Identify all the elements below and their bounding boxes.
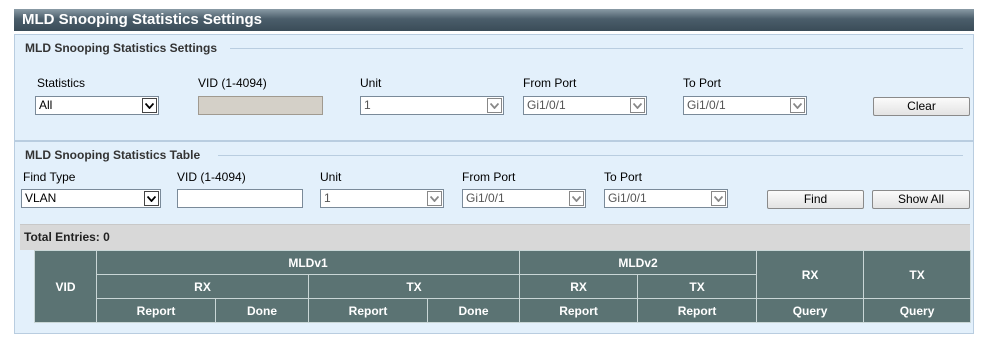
from-port-label: From Port <box>462 170 516 184</box>
from-port-select-value: Gi1/0/1 <box>527 98 566 112</box>
unit-select[interactable]: 1 <box>320 189 444 208</box>
table-header-row: VID MLDv1 MLDv2 RX TX <box>34 250 972 323</box>
statistics-select-value: All <box>39 98 53 112</box>
vid-input[interactable] <box>177 189 303 208</box>
total-entries: Total Entries: 0 <box>20 224 970 250</box>
vid-label: VID (1-4094) <box>177 170 246 184</box>
find-type-select[interactable]: VLAN <box>21 189 161 208</box>
mldv2-header: MLDv2 <box>519 250 758 275</box>
legend-divider <box>230 48 963 49</box>
tx-query-header: Query <box>863 298 972 323</box>
chevron-down-icon[interactable] <box>630 98 645 113</box>
mldv1-tx-report-header: Report <box>308 298 428 323</box>
to-port-select-value: Gi1/0/1 <box>687 98 726 112</box>
mldv2-tx-header: TX <box>637 274 758 299</box>
find-type-select-value: VLAN <box>25 191 57 205</box>
unit-label: Unit <box>360 76 382 90</box>
chevron-down-icon[interactable] <box>142 98 157 113</box>
clear-button[interactable]: Clear <box>873 97 970 116</box>
statistics-table: VID MLDv1 MLDv2 RX TX RX TX RX TX Report… <box>34 250 972 323</box>
unit-select[interactable]: 1 <box>360 96 504 115</box>
mldv2-tx-report-header: Report <box>637 298 758 323</box>
mldv2-rx-report-header: Report <box>519 298 639 323</box>
unit-select-value: 1 <box>364 98 371 112</box>
find-type-label: Find Type <box>23 170 76 184</box>
page-title: MLD Snooping Statistics Settings <box>14 9 974 31</box>
statistics-label: Statistics <box>37 76 86 90</box>
table-header-row: Report Done Report Done Report Report Qu… <box>35 298 972 323</box>
rx-header: RX <box>756 250 865 299</box>
mldv1-tx-done-header: Done <box>426 298 521 323</box>
to-port-select-value: Gi1/0/1 <box>608 191 647 205</box>
vid-label: VID (1-4094) <box>198 76 267 90</box>
chevron-down-icon[interactable] <box>144 191 159 206</box>
chevron-down-icon[interactable] <box>487 98 502 113</box>
to-port-select[interactable]: Gi1/0/1 <box>683 96 807 115</box>
chevron-down-icon[interactable] <box>569 191 584 206</box>
table-legend: MLD Snooping Statistics Table <box>25 148 201 162</box>
vid-input[interactable] <box>198 96 323 115</box>
statistics-select[interactable]: All <box>35 96 159 115</box>
mldv1-rx-done-header: Done <box>215 298 309 323</box>
unit-label: Unit <box>320 170 342 184</box>
chevron-down-icon[interactable] <box>427 191 442 206</box>
from-port-select[interactable]: Gi1/0/1 <box>523 96 647 115</box>
tx-header: TX <box>863 250 972 299</box>
settings-panel: MLD Snooping Statistics Settings Statist… <box>14 34 974 141</box>
chevron-down-icon[interactable] <box>790 98 805 113</box>
legend-divider <box>218 155 963 156</box>
find-button[interactable]: Find <box>767 190 864 209</box>
mldv1-header: MLDv1 <box>95 250 521 275</box>
to-port-label: To Port <box>683 76 722 90</box>
from-port-select[interactable]: Gi1/0/1 <box>462 189 586 208</box>
show-all-button[interactable]: Show All <box>872 190 970 209</box>
rx-query-header: Query <box>756 298 865 323</box>
mldv2-rx-header: RX <box>519 274 639 299</box>
vid-header: VID <box>34 250 97 323</box>
from-port-label: From Port <box>523 76 577 90</box>
to-port-label: To Port <box>604 170 643 184</box>
to-port-select[interactable]: Gi1/0/1 <box>604 189 728 208</box>
unit-select-value: 1 <box>324 191 331 205</box>
mldv1-tx-header: TX <box>307 274 521 299</box>
settings-legend: MLD Snooping Statistics Settings <box>25 41 218 55</box>
mldv1-rx-header: RX <box>96 274 309 299</box>
chevron-down-icon[interactable] <box>711 191 726 206</box>
from-port-select-value: Gi1/0/1 <box>466 191 505 205</box>
mldv1-rx-report-header: Report <box>96 298 216 323</box>
